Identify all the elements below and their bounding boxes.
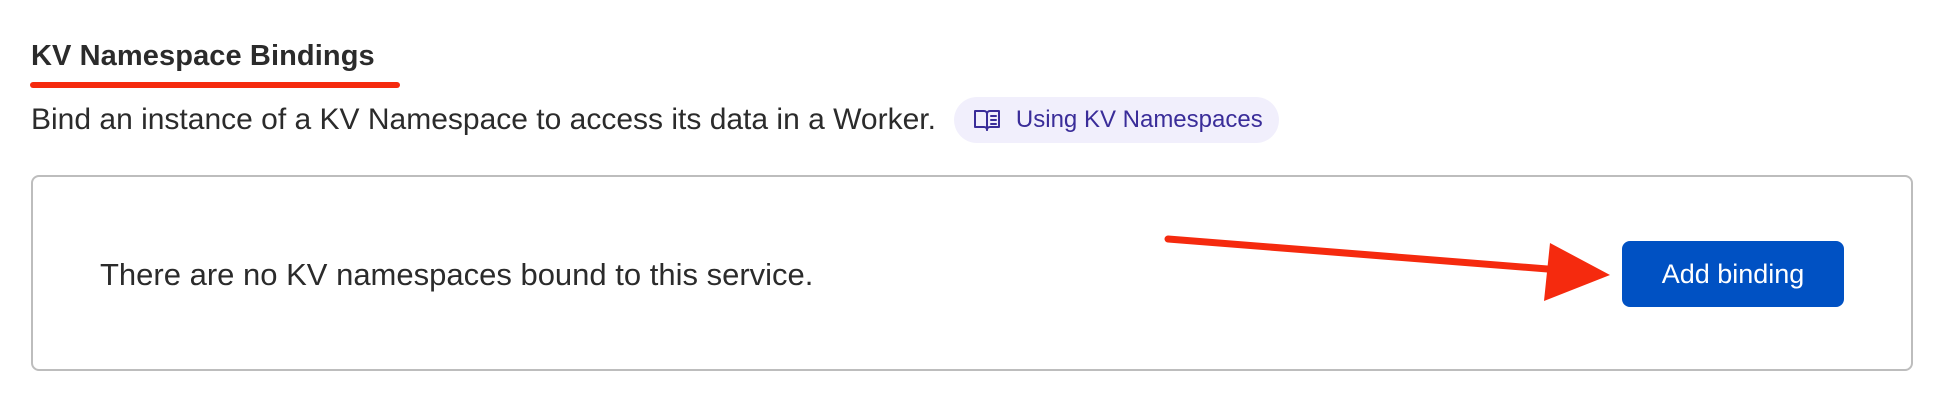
add-binding-button[interactable]: Add binding — [1622, 241, 1844, 307]
section-title: KV Namespace Bindings — [31, 40, 375, 72]
docs-link-using-kv-namespaces[interactable]: Using KV Namespaces — [953, 97, 1279, 143]
empty-state-message: There are no KV namespaces bound to this… — [100, 257, 814, 292]
docs-link-label: Using KV Namespaces — [1015, 106, 1263, 133]
bindings-empty-panel: There are no KV namespaces bound to this… — [31, 175, 1913, 371]
arrow-annotation — [1164, 235, 1610, 301]
title-underline-annotation — [30, 82, 400, 88]
book-icon — [973, 110, 1000, 131]
section-description-row: Bind an instance of a KV Namespace to ac… — [31, 96, 1279, 144]
section-description: Bind an instance of a KV Namespace to ac… — [31, 103, 936, 136]
